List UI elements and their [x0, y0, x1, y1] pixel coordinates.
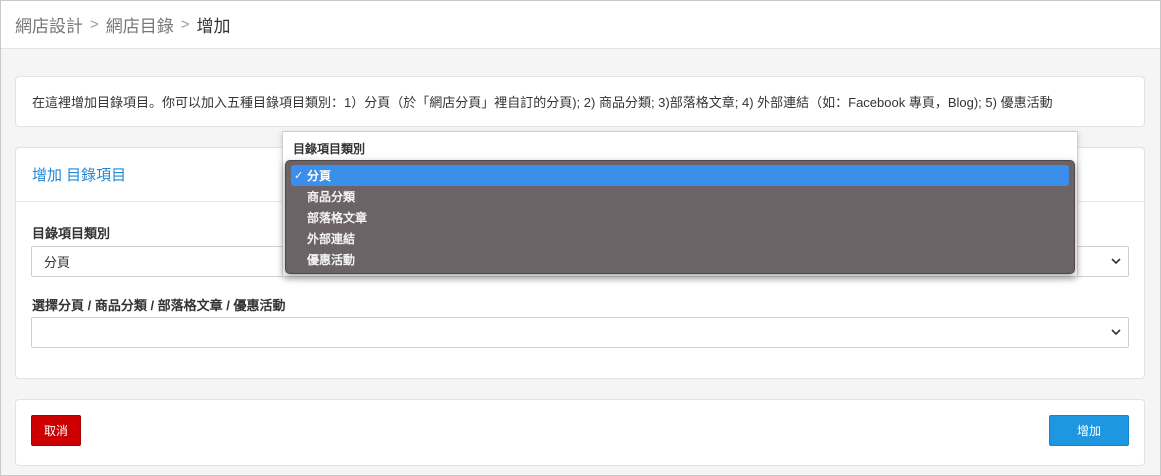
dropdown-menu: ✓ 分頁 商品分類 部落格文章 外部連結 優惠活動: [285, 160, 1075, 274]
dropdown-option-promotion[interactable]: 優惠活動: [291, 249, 1069, 270]
dropdown-option-page[interactable]: ✓ 分頁: [291, 165, 1069, 186]
category-label: 目錄項目類別: [32, 226, 111, 241]
category-select-value: 分頁: [44, 255, 71, 270]
breadcrumb-item-store-menu[interactable]: 網店目錄: [106, 12, 174, 37]
dropdown-option-label: 優惠活動: [307, 253, 356, 267]
dropdown-option-label: 部落格文章: [307, 211, 368, 225]
breadcrumb-item-store-design[interactable]: 網店設計: [15, 12, 83, 37]
checkmark-icon: ✓: [294, 170, 304, 182]
dropdown-title: 目錄項目類別: [293, 142, 366, 156]
info-panel: 在這裡增加目錄項目。你可以加入五種目錄項目類別：1）分頁（於「網店分頁」裡自訂的…: [15, 76, 1145, 127]
actions-panel: 取消 增加: [15, 399, 1145, 466]
chevron-down-icon: [1111, 258, 1121, 265]
info-text: 在這裡增加目錄項目。你可以加入五種目錄項目類別：1）分頁（於「網店分頁」裡自訂的…: [32, 95, 1053, 110]
add-button[interactable]: 增加: [1049, 415, 1129, 446]
breadcrumb-item-current: 增加: [196, 17, 231, 36]
target-select[interactable]: [31, 317, 1129, 348]
dropdown-option-label: 分頁: [307, 169, 332, 183]
dropdown-option-product-category[interactable]: 商品分類: [291, 186, 1069, 207]
dropdown-option-label: 外部連結: [307, 232, 356, 246]
target-label: 選擇分頁 / 商品分類 / 部落格文章 / 優惠活動: [32, 298, 286, 313]
dropdown-option-blog-post[interactable]: 部落格文章: [291, 207, 1069, 228]
chevron-right-icon: >: [180, 16, 190, 33]
chevron-down-icon: [1111, 329, 1121, 336]
dropdown-option-label: 商品分類: [307, 190, 356, 204]
breadcrumb: 網店設計 > 網店目錄 > 增加: [1, 1, 1160, 49]
dropdown-option-external-link[interactable]: 外部連結: [291, 228, 1069, 249]
cancel-button[interactable]: 取消: [31, 415, 81, 446]
chevron-right-icon: >: [90, 16, 99, 33]
